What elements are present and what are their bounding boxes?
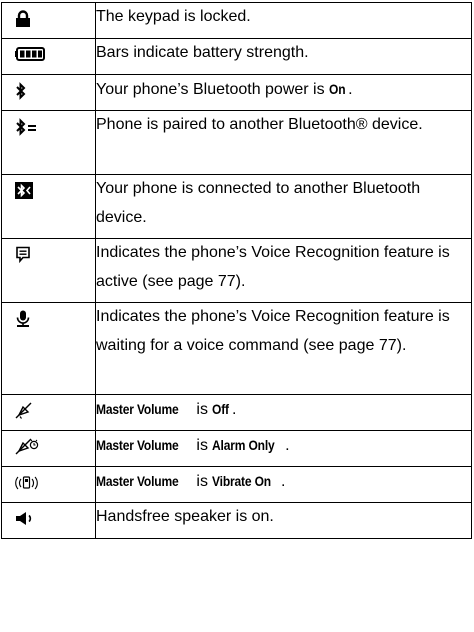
vibrate-on-icon (2, 467, 95, 502)
row-description: Master Volume is Off. (95, 394, 472, 431)
emphasis-text: Vibrate On (212, 473, 272, 489)
row-description: Your phone is connected to another Bluet… (95, 174, 472, 239)
emphasis-text: Master Volume (96, 473, 179, 489)
row-description: Master Volume is Vibrate On. (95, 466, 472, 503)
bluetooth-connected-icon (2, 175, 95, 210)
table-row: Bars indicate battery strength. (1, 38, 472, 75)
emphasis-text: On (329, 81, 346, 97)
emphasis-text: Alarm Only (212, 437, 275, 453)
status-icon-table: The keypad is locked. Bars indicate batt… (1, 2, 472, 539)
row-description: Master Volume is Alarm Only. (95, 430, 472, 467)
table-row: Master Volume is Off. (1, 394, 472, 431)
emphasis-text: Master Volume (96, 401, 179, 417)
row-description: Bars indicate battery strength. (95, 38, 472, 75)
bluetooth-icon (2, 75, 95, 110)
emphasis-text: Master Volume (96, 437, 179, 453)
speaker-icon (2, 503, 95, 538)
voice-recognition-waiting-icon (2, 303, 95, 338)
row-description: Handsfree speaker is on. (95, 502, 472, 539)
row-description: Your phone’s Bluetooth power is On. (95, 74, 472, 111)
table-row: Your phone is connected to another Bluet… (1, 174, 472, 239)
row-description: Indicates the phone’s Voice Recognition … (95, 302, 472, 395)
alarm-only-icon (2, 431, 95, 466)
table-row: Indicates the phone’s Voice Recognition … (1, 238, 472, 303)
row-description: The keypad is locked. (95, 2, 472, 39)
bluetooth-paired-icon (2, 111, 95, 146)
table-row: Your phone’s Bluetooth power is On. (1, 74, 472, 111)
emphasis-text: Off (212, 401, 230, 417)
lock-icon (2, 3, 95, 38)
battery-icon (2, 39, 95, 74)
table-row: Handsfree speaker is on. (1, 502, 472, 539)
table-row: The keypad is locked. (1, 2, 472, 39)
table-row: Master Volume is Vibrate On. (1, 466, 472, 503)
table-row: Indicates the phone’s Voice Recognition … (1, 302, 472, 395)
volume-off-icon (2, 395, 95, 430)
row-description: Indicates the phone’s Voice Recognition … (95, 238, 472, 303)
table-row: Master Volume is Alarm Only. (1, 430, 472, 467)
table-row: Phone is paired to another Bluetooth® de… (1, 110, 472, 175)
voice-recognition-active-icon (2, 239, 95, 274)
row-description: Phone is paired to another Bluetooth® de… (95, 110, 472, 175)
